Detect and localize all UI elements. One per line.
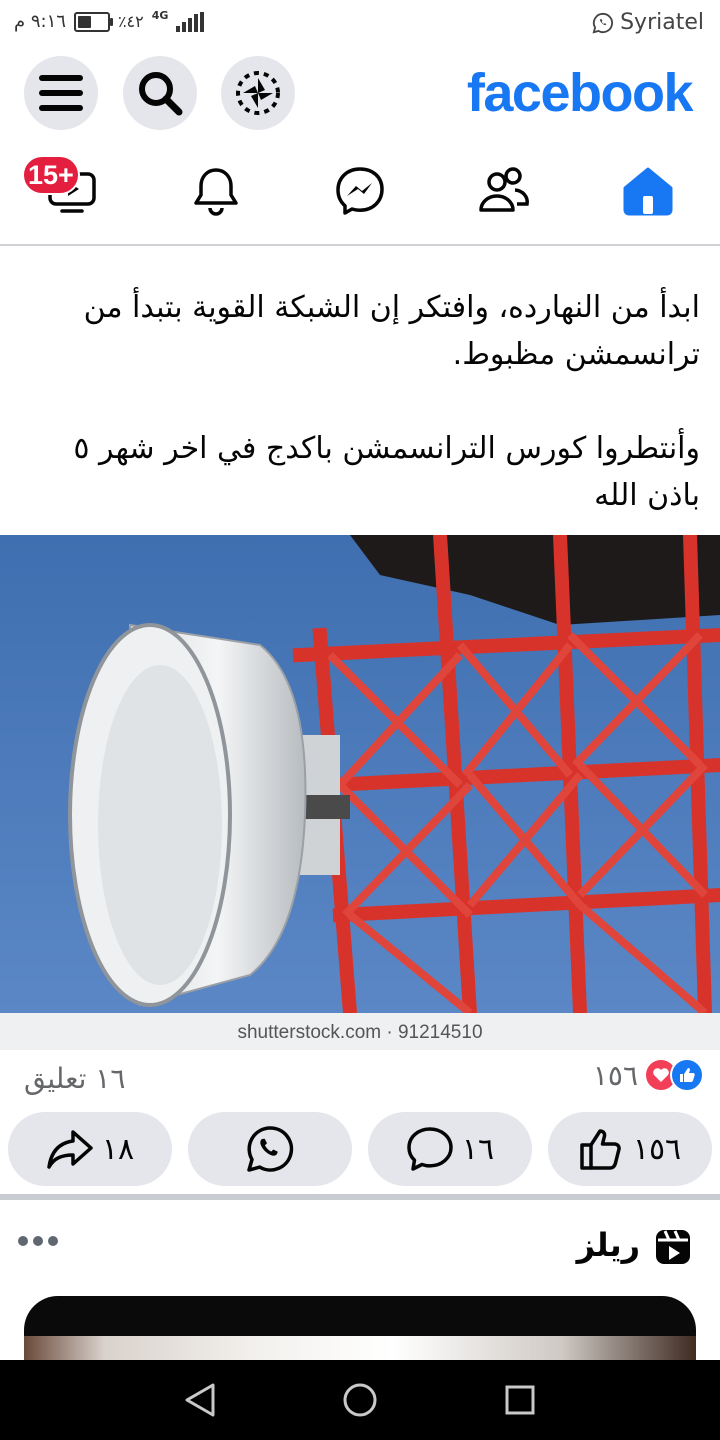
pinwheel-icon [236,71,280,115]
like-icon [580,1129,621,1170]
notifications-icon [194,168,238,216]
comment-count: ١٦ [461,1131,495,1167]
whatsapp-icon [247,1126,294,1172]
reactions-summary-row: ١٦ تعليق ١٥٦ [0,1052,720,1108]
pinwheel-button[interactable] [221,56,295,130]
carrier-info: Syriatel [592,10,704,35]
home-nav-button[interactable] [340,1380,380,1420]
recents-icon [505,1385,535,1415]
menu-icon [39,75,83,111]
reels-title[interactable]: ريلز [577,1226,640,1264]
back-icon [185,1383,215,1417]
comment-icon [407,1127,453,1171]
whatsapp-status-icon [592,12,614,33]
tab-bar [0,140,720,246]
facebook-logo[interactable]: facebook [467,62,694,124]
like-reaction-icon [670,1058,704,1092]
like-count: ١٥٦ [632,1131,682,1167]
back-button[interactable] [180,1380,220,1420]
whatsapp-send-button[interactable] [188,1112,352,1186]
system-navigation-bar [0,1360,720,1440]
post-text: ابدأ من النهارده، وافتكر إن الشبكة القوي… [24,284,700,519]
section-divider [0,1194,720,1200]
antenna-tower-photo [0,535,720,1013]
tab-notifications[interactable] [176,156,256,226]
tab-home[interactable] [608,156,688,226]
post-actions: ١٥٦ ١٦ ١٨ [0,1112,720,1188]
carrier-name: Syriatel [620,10,704,35]
post-paragraph: ابدأ من النهارده، وافتكر إن الشبكة القوي… [83,290,700,372]
reels-icon [656,1230,690,1264]
search-button[interactable] [123,56,197,130]
share-button[interactable]: ١٨ [8,1112,172,1186]
more-options-icon[interactable] [18,1236,58,1246]
status-bar: ٩:١٦ م ٪٤٢ 4G Syriatel [0,0,720,50]
app-header: facebook [0,50,720,140]
share-count: ١٨ [101,1131,135,1167]
network-type: 4G [151,9,169,22]
search-icon [139,72,183,116]
signal-icon [176,11,205,32]
post-paragraph: وأنتطروا كورس الترانسمشن باكدج في اخر شه… [73,431,700,513]
share-icon [47,1130,93,1169]
reactions-count: ١٥٦ [592,1058,638,1092]
tab-friends[interactable] [464,156,544,226]
home-circle-icon [343,1383,377,1417]
reaction-summary[interactable]: ١٥٦ [593,1058,704,1092]
video-notification-badge: 15+ [22,155,80,195]
like-button[interactable]: ١٥٦ [548,1112,712,1186]
menu-button[interactable] [24,56,98,130]
battery-icon [73,11,113,32]
image-watermark: shutterstock.com · 91214510 [237,1022,483,1043]
comments-summary[interactable]: ١٦ تعليق [24,1062,125,1095]
battery-percentage: ٪٤٢ [117,12,144,31]
comment-button[interactable]: ١٦ [368,1112,532,1186]
friends-icon [479,167,529,212]
reels-header: ريلز [0,1216,720,1276]
home-icon [623,167,673,216]
recents-button[interactable] [500,1380,540,1420]
post-image[interactable]: shutterstock.com · 91214510 [0,535,720,1050]
messenger-icon [336,167,384,215]
status-left: ٩:١٦ م ٪٤٢ 4G [14,9,205,32]
clock: ٩:١٦ م [14,11,66,32]
tab-messenger[interactable] [320,156,400,226]
